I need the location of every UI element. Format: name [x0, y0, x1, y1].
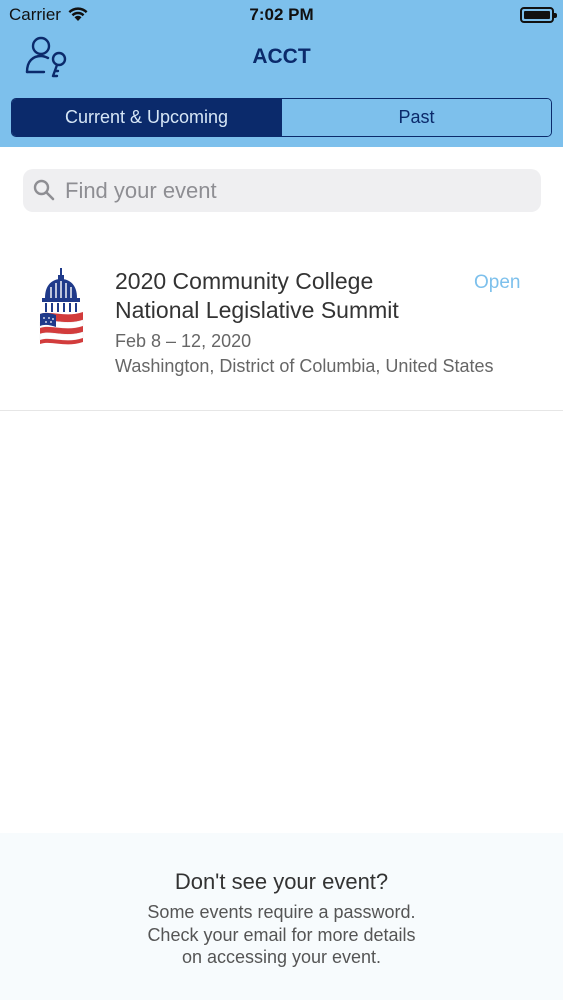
event-status-badge: Open — [474, 272, 521, 293]
footer-line: on accessing your event. — [181, 947, 382, 967]
battery-icon — [520, 7, 557, 23]
event-list-item[interactable]: 2020 Community College National Legislat… — [0, 240, 563, 411]
search-bar — [23, 169, 541, 212]
status-bar: Carrier 7:02 PM — [0, 0, 563, 30]
event-filter-segmented-control: Current & Upcoming Past — [11, 98, 552, 137]
footer-line: Check your email for more details — [147, 924, 416, 945]
search-input[interactable] — [65, 169, 525, 212]
event-dates: Feb 8 – 12, 2020 — [115, 331, 252, 351]
help-footer: Don't see your event? Some events requir… — [0, 833, 563, 1000]
footer-title: Don't see your event? — [174, 869, 389, 894]
event-title: 2020 Community College National Legislat… — [115, 268, 399, 323]
capitol-flag-logo — [39, 268, 84, 345]
event-location: Washington, District of Columbia, United… — [115, 356, 494, 376]
search-icon — [33, 179, 55, 201]
status-time: 7:02 PM — [249, 5, 314, 24]
tab-current-upcoming[interactable]: Current & Upcoming — [12, 99, 281, 136]
footer-line: Some events require a password. — [147, 902, 416, 922]
footer-message: Some events require a password. Check yo… — [0, 901, 563, 969]
top-bar: Carrier 7:02 PM ACCT Current & Upcoming … — [0, 0, 563, 147]
tab-past[interactable]: Past — [281, 99, 551, 136]
page-title: ACCT — [252, 45, 311, 68]
